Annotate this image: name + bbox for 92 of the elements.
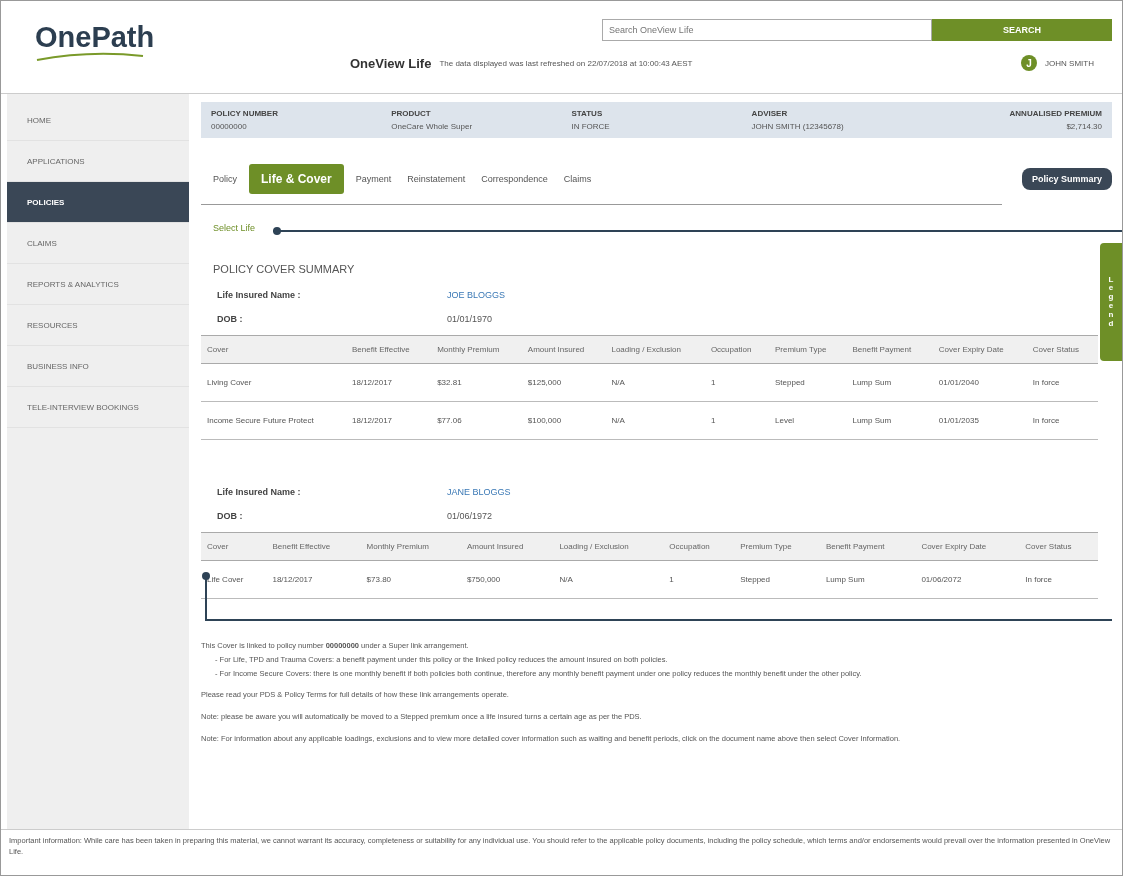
table-cell: Lump Sum <box>819 560 916 599</box>
field-label: Life Insured Name : <box>217 487 302 497</box>
table-cell: 1 <box>663 560 735 599</box>
field-label: DOB : <box>217 314 244 324</box>
table-cell: Stepped <box>769 363 847 402</box>
tab[interactable]: Reinstatement <box>403 170 470 188</box>
table-cell: 18/12/2017 <box>346 401 432 440</box>
field-label: ADVISER <box>751 109 789 118</box>
sidebar-item[interactable]: REPORTS & ANALYTICS <box>7 264 189 305</box>
column-header: Amount Insured <box>521 335 606 364</box>
search-field[interactable]: Search OneView Life <box>602 19 932 41</box>
table-cell: Lump Sum <box>846 401 933 440</box>
column-header: Amount Insured <box>460 532 554 561</box>
table-cell: $750,000 <box>460 560 554 599</box>
policy-summary-button[interactable]: Policy Summary <box>1021 168 1112 190</box>
tab[interactable]: Policy <box>209 170 241 188</box>
search-button[interactable]: SEARCH <box>932 19 1112 41</box>
table-cell: In force <box>1026 363 1098 402</box>
legend-tab[interactable]: Legend <box>1100 243 1122 361</box>
table-cell: $125,000 <box>521 363 606 402</box>
cover-link[interactable]: Living Cover <box>201 363 346 402</box>
column-header: Monthly Premium <box>431 335 522 364</box>
table-cell: Lump Sum <box>846 363 933 402</box>
table-cell: 18/12/2017 <box>346 363 432 402</box>
table-cell: N/A <box>605 401 705 440</box>
field-label: PRODUCT <box>391 109 432 118</box>
table-cell: In force <box>1019 560 1098 599</box>
field-label: DOB : <box>217 511 244 521</box>
column-header: Cover Expiry Date <box>915 532 1020 561</box>
column-header: Occupation <box>704 335 769 364</box>
column-header: Premium Type <box>769 335 847 364</box>
column-header: Loading / Exclusion <box>605 335 705 364</box>
column-header: Cover <box>201 335 346 364</box>
refresh-note: The data displayed was last refreshed on 22/07/2018 at 10:00:43 AEST <box>439 58 693 68</box>
column-header: Benefit Effective <box>266 532 361 561</box>
column-header: Occupation <box>663 532 735 561</box>
table-cell: 01/06/2072 <box>915 560 1020 599</box>
sidebar-item[interactable]: POLICIES <box>7 182 189 223</box>
field-value: 01/06/1972 <box>447 511 493 521</box>
life-name-link[interactable]: JANE BLOGGS <box>447 487 511 497</box>
table-cell: N/A <box>553 560 664 599</box>
tab[interactable]: Claims <box>559 170 596 188</box>
field-label: ANNUALISED PREMIUM <box>1009 109 1102 118</box>
table-cell: 01/01/2040 <box>932 363 1027 402</box>
column-header: Monthly Premium <box>360 532 461 561</box>
field-value: 00000000 <box>211 122 248 131</box>
field-label: STATUS <box>571 109 604 118</box>
life-name-link[interactable]: JOE BLOGGS <box>447 290 506 300</box>
table-cell: N/A <box>605 363 705 402</box>
user-name[interactable]: JOHN SMITH <box>1045 58 1094 68</box>
column-header: Benefit Payment <box>846 335 933 364</box>
table-cell: $73.80 <box>360 560 461 599</box>
app-title: OneView Life <box>350 55 432 71</box>
field-value: JOHN SMITH (12345678) <box>751 122 845 131</box>
column-header: Benefit Effective <box>346 335 432 364</box>
cover-link[interactable]: Income Secure Future Protect <box>201 401 346 440</box>
column-header: Cover Status <box>1026 335 1098 364</box>
table-cell: $77.06 <box>431 401 522 440</box>
sidebar-item[interactable]: TELE-INTERVIEW BOOKINGS <box>7 387 189 428</box>
select-life-link[interactable]: Select Life <box>213 223 256 233</box>
table-cell: Stepped <box>734 560 820 599</box>
field-label: POLICY NUMBER <box>211 109 279 118</box>
sidebar-item[interactable]: BUSINESS INFO <box>7 346 189 387</box>
sidebar-item[interactable]: CLAIMS <box>7 223 189 264</box>
column-header: Cover Expiry Date <box>932 335 1027 364</box>
table-cell: In force <box>1026 401 1098 440</box>
column-header: Loading / Exclusion <box>553 532 664 561</box>
column-header: Benefit Payment <box>819 532 916 561</box>
field-value: IN FORCE <box>571 122 611 131</box>
cover-link[interactable]: Life Cover <box>201 560 267 599</box>
field-value: 01/01/1970 <box>447 314 493 324</box>
table-cell: 1 <box>704 363 769 402</box>
sidebar-item[interactable]: HOME <box>7 100 189 141</box>
column-header: Premium Type <box>734 532 820 561</box>
tab[interactable]: Payment <box>351 170 396 188</box>
column-header: Cover Status <box>1019 532 1098 561</box>
table-cell: 18/12/2017 <box>266 560 361 599</box>
sidebar-item[interactable]: RESOURCES <box>7 305 189 346</box>
section-title: POLICY COVER SUMMARY <box>213 263 355 275</box>
logo: OnePath <box>11 1 195 62</box>
table-cell: Level <box>769 401 847 440</box>
field-label: Life Insured Name : <box>217 290 302 300</box>
table-cell: $32.81 <box>431 363 522 402</box>
table-cell: 1 <box>704 401 769 440</box>
table-cell: 01/01/2035 <box>932 401 1027 440</box>
field-value: $2,714.30 <box>1066 122 1102 131</box>
field-value: OneCare Whole Super <box>391 122 474 131</box>
column-header: Cover <box>201 532 267 561</box>
user-avatar[interactable]: J <box>1021 55 1038 71</box>
tab[interactable]: Life & Cover <box>249 164 344 194</box>
table-cell: $100,000 <box>521 401 606 440</box>
tab[interactable]: Correspondence <box>477 170 552 188</box>
